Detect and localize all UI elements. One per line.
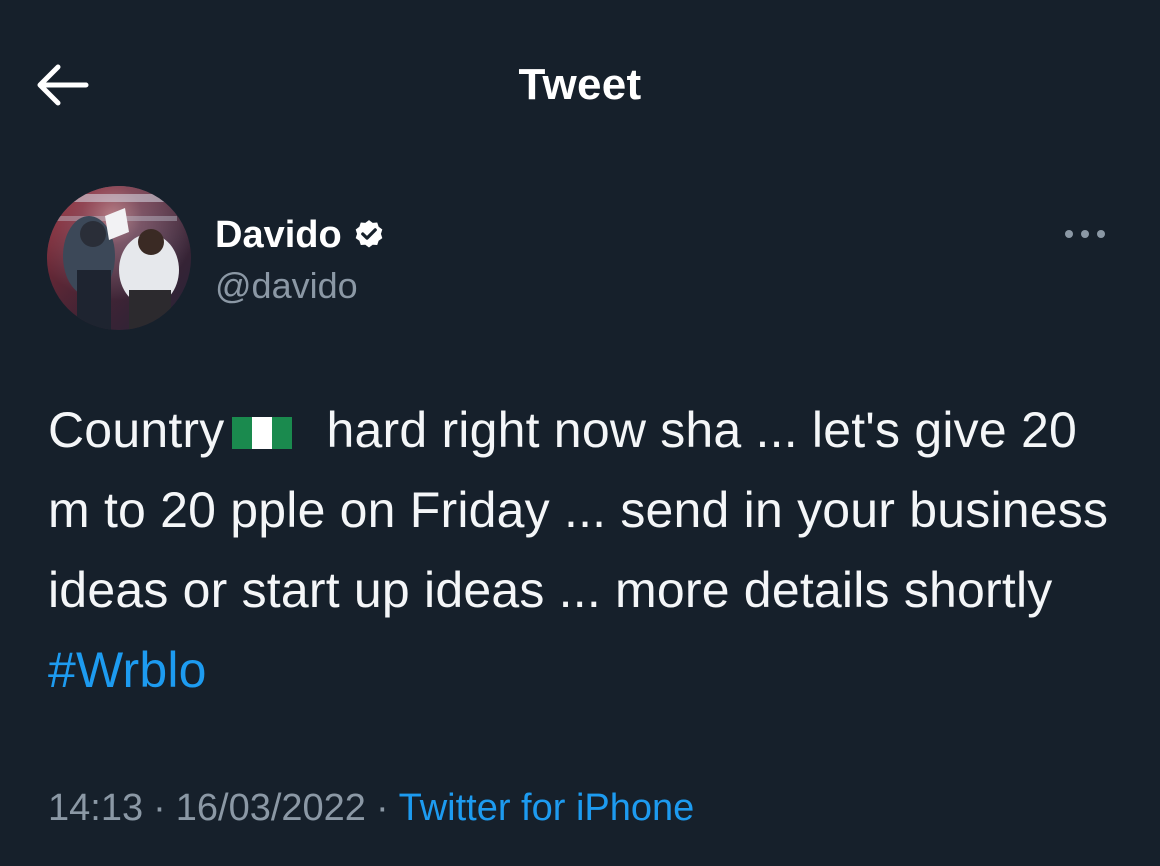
top-navigation-bar: Tweet [0,0,1160,172]
meta-separator: · [153,787,166,829]
nigeria-flag-icon [232,417,293,449]
tweet-date[interactable]: 16/03/2022 [176,787,366,829]
meta-separator: · [375,787,389,829]
tweet-author: Davido @davido [47,186,1117,336]
hashtag-link[interactable]: #Wrblo [48,642,207,698]
avatar-photo [47,186,191,330]
verified-badge-icon [355,220,383,248]
avatar[interactable] [47,186,191,330]
tweet-time[interactable]: 14:13 [48,787,143,829]
tweet-metadata: 14:13 · 16/03/2022 · Twitter for iPhone [48,784,694,832]
tweet-source-link[interactable]: Twitter for iPhone [399,787,695,829]
tweet-text-part1: Country [48,402,225,458]
more-horizontal-icon[interactable] [1061,222,1109,246]
page-title: Tweet [518,60,642,109]
display-name-row: Davido [215,212,386,258]
tweet-detail-screen: Tweet Davido @davido Country hard right … [0,0,1160,866]
user-handle[interactable]: @davido [215,264,358,308]
tweet-body: Country hard right now sha ... let's giv… [48,390,1128,710]
display-name[interactable]: Davido [215,212,342,258]
